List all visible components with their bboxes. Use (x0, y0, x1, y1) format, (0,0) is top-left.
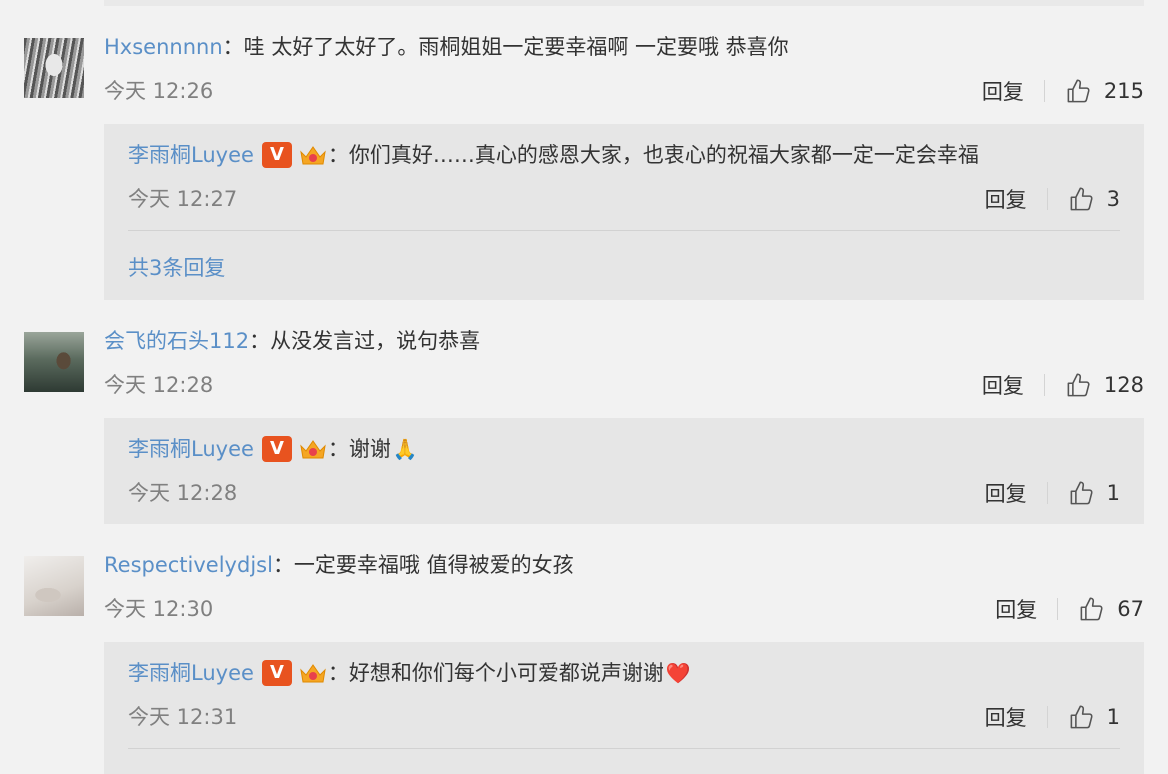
reply-button[interactable]: 回复 (995, 594, 1037, 624)
reply-separator (128, 230, 1120, 231)
comment-text-line: 会飞的石头112：从没发言过，说句恭喜 (104, 328, 480, 354)
verified-v-badge: V (261, 142, 292, 168)
comment-text-line: Respectivelydjsl：一定要幸福哦 值得被爱的女孩 (104, 552, 574, 578)
more-replies-link[interactable]: 共3条回复 (128, 252, 225, 282)
avatar[interactable] (24, 332, 84, 392)
avatar[interactable] (24, 556, 84, 616)
action-divider (1046, 482, 1048, 504)
reply-text-line: 李雨桐Luyee V ：谢谢 🙏 (128, 436, 418, 462)
reply-time: 今天 12:28 (128, 481, 238, 505)
thumbs-up-icon (1067, 372, 1090, 396)
like-count: 67 (1117, 597, 1144, 621)
like-button[interactable]: 1 (1068, 704, 1120, 731)
crown-fan-badge-icon (298, 660, 328, 686)
thumbs-up-icon (1070, 704, 1093, 728)
reply-text: ：你们真好……真心的感恩大家，也衷心的祝福大家都一定一定会幸福 (327, 143, 979, 167)
comment-time: 今天 12:28 (104, 373, 214, 397)
like-count: 215 (1103, 79, 1144, 103)
reply-actions: 回复 1 (985, 480, 1120, 506)
reply-button[interactable]: 回复 (985, 184, 1027, 214)
action-divider (1043, 374, 1045, 396)
comment-time: 今天 12:30 (104, 597, 214, 621)
reply-button[interactable]: 回复 (985, 702, 1027, 732)
comment-text: ：哇 太好了太好了。雨桐姐姐一定要幸福啊 一定要哦 恭喜你 (222, 35, 789, 59)
like-button[interactable]: 1 (1068, 480, 1120, 507)
thumbs-up-icon (1067, 78, 1090, 102)
comment-actions: 回复 215 (982, 78, 1144, 104)
comment-username[interactable]: 会飞的石头112 (104, 329, 249, 353)
reply-box: 李雨桐Luyee V ：谢谢 🙏 今天 12:28 回复 1 (104, 418, 1144, 524)
reply-button[interactable]: 回复 (985, 478, 1027, 508)
reply-time: 今天 12:27 (128, 187, 238, 211)
reply-box: 李雨桐Luyee V ：好想和你们每个小可爱都说声谢谢 ❤️ 今天 12:31 … (104, 642, 1144, 774)
thumbs-up-icon (1070, 186, 1093, 210)
reply-text: ：谢谢 (327, 437, 391, 461)
like-button[interactable]: 3 (1068, 186, 1120, 213)
praying-hands-emoji-icon: 🙏 (392, 437, 418, 461)
comment-text-line: Hxsennnnn：哇 太好了太好了。雨桐姐姐一定要幸福啊 一定要哦 恭喜你 (104, 34, 789, 60)
reply-text: ：好想和你们每个小可爱都说声谢谢 (327, 661, 664, 685)
reply-username[interactable]: 李雨桐Luyee (128, 142, 254, 168)
comment-actions: 回复 128 (982, 372, 1144, 398)
reply-separator (128, 748, 1120, 749)
comment-time: 今天 12:26 (104, 79, 214, 103)
previous-reply-box-edge (104, 0, 1144, 6)
comment-actions: 回复 67 (995, 596, 1144, 622)
action-divider (1057, 598, 1059, 620)
thumbs-up-icon (1080, 596, 1103, 620)
reply-box: 李雨桐Luyee V ：你们真好……真心的感恩大家，也衷心的祝福大家都一定一定会… (104, 124, 1144, 300)
crown-fan-badge-icon (298, 436, 328, 462)
like-button[interactable]: 215 (1065, 78, 1144, 105)
verified-v-badge: V (261, 660, 292, 686)
thumbs-up-icon (1070, 480, 1093, 504)
like-count: 1 (1106, 705, 1120, 729)
verified-v-badge: V (261, 436, 292, 462)
reply-time: 今天 12:31 (128, 705, 238, 729)
crown-fan-badge-icon (298, 142, 328, 168)
reply-text-line: 李雨桐Luyee V ：你们真好……真心的感恩大家，也衷心的祝福大家都一定一定会… (128, 142, 979, 168)
reply-text-line: 李雨桐Luyee V ：好想和你们每个小可爱都说声谢谢 ❤️ (128, 660, 691, 686)
comment-username[interactable]: Hxsennnnn (104, 35, 223, 59)
red-heart-emoji-icon: ❤️ (665, 661, 691, 685)
reply-username[interactable]: 李雨桐Luyee (128, 436, 254, 462)
reply-button[interactable]: 回复 (982, 76, 1024, 106)
like-button[interactable]: 67 (1078, 596, 1144, 623)
action-divider (1043, 80, 1045, 102)
reply-actions: 回复 1 (985, 704, 1120, 730)
comment-username[interactable]: Respectivelydjsl (104, 553, 273, 577)
like-button[interactable]: 128 (1065, 372, 1144, 399)
reply-username[interactable]: 李雨桐Luyee (128, 660, 254, 686)
avatar[interactable] (24, 38, 84, 98)
like-count: 3 (1106, 187, 1120, 211)
like-count: 1 (1106, 481, 1120, 505)
action-divider (1046, 706, 1048, 728)
like-count: 128 (1103, 373, 1144, 397)
reply-button[interactable]: 回复 (982, 370, 1024, 400)
action-divider (1046, 188, 1048, 210)
reply-actions: 回复 3 (985, 186, 1120, 212)
comment-text: ：一定要幸福哦 值得被爱的女孩 (272, 553, 574, 577)
comment-text: ：从没发言过，说句恭喜 (249, 329, 481, 353)
